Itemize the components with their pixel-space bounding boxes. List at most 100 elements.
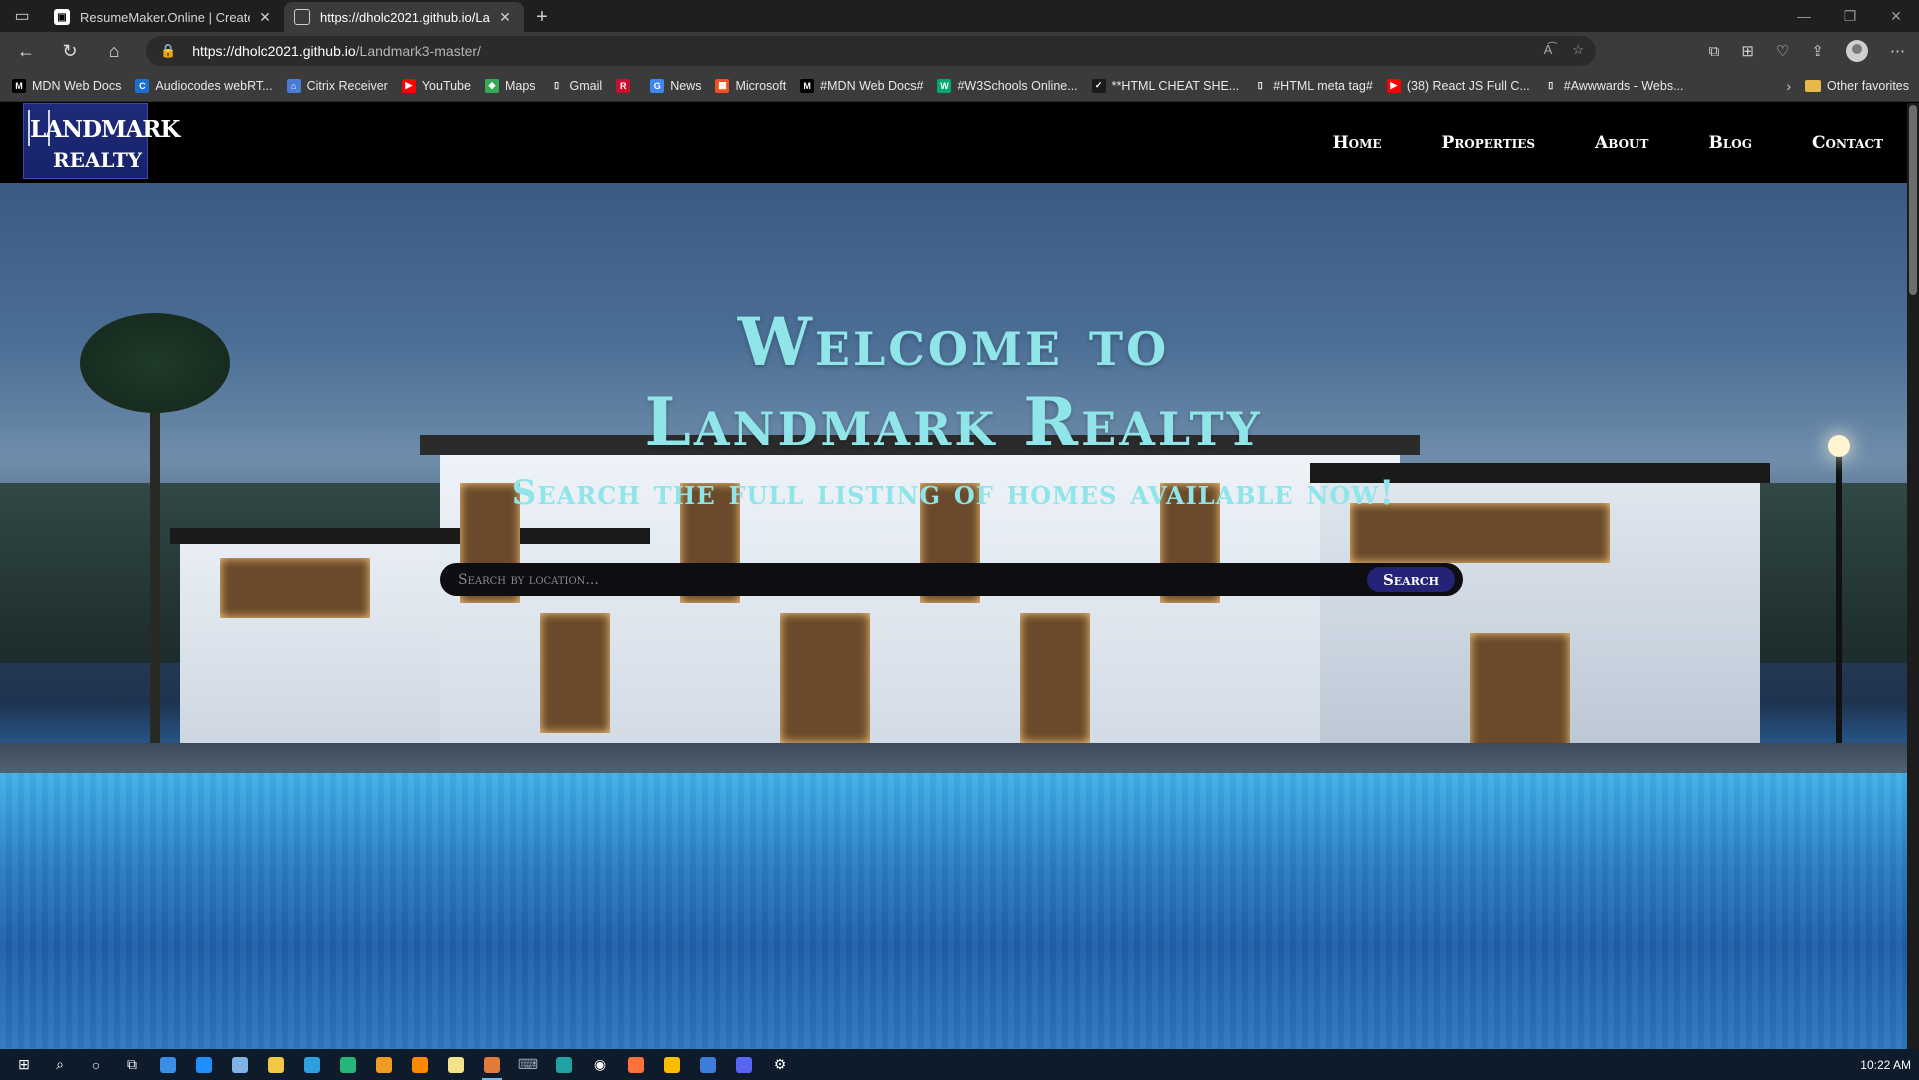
browser-tab-bar: ▭ ▣ ResumeMaker.Online | Create a ✕ http… (0, 0, 1919, 32)
close-tab-icon[interactable]: ✕ (496, 9, 514, 26)
bookmark-item[interactable]: M #MDN Web Docs# (800, 78, 923, 93)
notepad-icon[interactable] (222, 1049, 258, 1080)
location-search-bar: Search (440, 563, 1463, 596)
share-icon[interactable]: ⇪ (1811, 42, 1824, 60)
bookmark-item[interactable]: ▶ YouTube (401, 78, 471, 93)
app-icon[interactable] (474, 1049, 510, 1080)
tab-actions-icon[interactable]: ▭ (0, 0, 44, 32)
notes-icon[interactable] (438, 1049, 474, 1080)
maps-icon: ◆ (484, 78, 499, 93)
browser-tab-landmark[interactable]: https://dholc2021.github.io/Lan ✕ (284, 2, 524, 32)
collections-icon[interactable]: ⊞ (1741, 42, 1754, 60)
settings-icon[interactable]: ⚙ (762, 1049, 798, 1080)
location-search-input[interactable] (440, 563, 1367, 596)
bookmark-item[interactable]: ▯ #HTML meta tag# (1253, 78, 1373, 93)
back-icon[interactable]: ← (4, 32, 48, 70)
browser-tab-resumemaker[interactable]: ▣ ResumeMaker.Online | Create a ✕ (44, 2, 284, 32)
obs-icon[interactable]: ◉ (582, 1049, 618, 1080)
new-tab-button[interactable]: + (524, 2, 560, 32)
bookmark-item[interactable]: ⌂ Citrix Receiver (286, 78, 388, 93)
close-tab-icon[interactable]: ✕ (256, 9, 274, 26)
nav-about[interactable]: About (1595, 133, 1648, 153)
media-player-icon[interactable] (366, 1049, 402, 1080)
browser-essentials-icon[interactable]: ♡ (1776, 42, 1789, 60)
vscode-icon[interactable] (294, 1049, 330, 1080)
bookmark-label: #W3Schools Online... (957, 78, 1078, 93)
nav-home[interactable]: Home (1333, 133, 1382, 153)
site-header: LANDMARK REALTY Home Properties About Bl… (0, 103, 1907, 183)
bookmark-item[interactable]: M MDN Web Docs (12, 78, 122, 93)
bookmark-item[interactable]: ✓ **HTML CHEAT SHE... (1091, 78, 1239, 93)
search-button[interactable]: Search (1367, 567, 1455, 592)
profile-avatar-icon[interactable] (1846, 40, 1868, 62)
bookmark-item[interactable]: ▶ (38) React JS Full C... (1386, 78, 1530, 93)
nav-properties[interactable]: Properties (1442, 133, 1536, 153)
cortana-icon[interactable]: ○ (78, 1049, 114, 1080)
add-favorite-icon[interactable]: ☆ (1572, 42, 1584, 58)
mail-icon[interactable] (186, 1049, 222, 1080)
extensions-icon[interactable]: ⧉ (1709, 43, 1720, 60)
lock-icon[interactable]: 🔒 (160, 43, 176, 59)
bookmark-label: Microsoft (735, 78, 787, 93)
news-icon: G (650, 78, 665, 93)
url-text[interactable]: https://dholc2021.github.io/Landmark3-ma… (192, 43, 481, 59)
windows-start-icon[interactable]: ⊞ (6, 1049, 42, 1080)
bookmark-item[interactable]: ▯ #Awwwards - Webs... (1543, 78, 1684, 93)
bookmark-item[interactable]: W #W3Schools Online... (937, 78, 1078, 93)
bookmark-label: MDN Web Docs (32, 78, 122, 93)
hero-subtitle: Search the full listing of homes availab… (511, 473, 1396, 513)
firefox-icon[interactable] (618, 1049, 654, 1080)
address-bar[interactable]: 🔒 https://dholc2021.github.io/Landmark3-… (146, 36, 1596, 66)
close-window-icon[interactable]: ✕ (1873, 0, 1919, 32)
landmark-realty-logo[interactable]: LANDMARK REALTY (23, 103, 180, 179)
window-controls: — ❐ ✕ (1781, 0, 1919, 32)
hero-section: Welcome to Landmark Realty Search the fu… (0, 183, 1907, 1049)
home-icon[interactable]: ⌂ (92, 32, 136, 70)
taskbar-clock[interactable]: 10:22 AM (1860, 1049, 1911, 1080)
scrollbar-thumb[interactable] (1909, 105, 1917, 295)
chevron-right-icon[interactable]: › (1786, 70, 1791, 102)
audiocodes-icon: C (135, 78, 150, 93)
hero-title-line-2: Landmark Realty (644, 383, 1263, 461)
read-aloud-icon[interactable]: A͡ (1544, 42, 1553, 58)
nav-blog[interactable]: Blog (1708, 133, 1752, 153)
bookmark-item[interactable]: ▦ Microsoft (715, 78, 787, 93)
other-favorites-folder[interactable]: Other favorites (1805, 70, 1909, 102)
store-icon[interactable] (150, 1049, 186, 1080)
refresh-icon[interactable]: ↻ (48, 32, 92, 70)
search-icon[interactable]: ⌕ (42, 1049, 78, 1080)
hero-title-line-1: Welcome to (737, 303, 1170, 381)
folder-icon (1805, 80, 1822, 92)
bookmark-label: #Awwwards - Webs... (1563, 78, 1684, 93)
file-explorer-icon[interactable] (258, 1049, 294, 1080)
chrome-icon[interactable] (654, 1049, 690, 1080)
resumemaker-favicon-icon: ▣ (54, 9, 70, 25)
task-view-icon[interactable]: ⧉ (114, 1049, 150, 1080)
bookmark-item[interactable]: R (616, 78, 636, 93)
edge-icon[interactable] (546, 1049, 582, 1080)
tab-title: ResumeMaker.Online | Create a (80, 9, 250, 25)
photos-icon[interactable] (690, 1049, 726, 1080)
page-scrollbar[interactable] (1907, 103, 1919, 1049)
discord-icon[interactable] (726, 1049, 762, 1080)
youtube-icon: ▶ (401, 78, 416, 93)
browser-toolbar: ← ↻ ⌂ 🔒 https://dholc2021.github.io/Land… (0, 32, 1919, 70)
vscode-insiders-icon[interactable] (330, 1049, 366, 1080)
bookmark-item[interactable]: C Audiocodes webRT... (135, 78, 273, 93)
vlc-icon[interactable] (402, 1049, 438, 1080)
restore-icon[interactable]: ❐ (1827, 0, 1873, 32)
youtube-icon: ▶ (1386, 78, 1401, 93)
citrix-icon: ⌂ (286, 78, 301, 93)
more-menu-icon[interactable]: ⋯ (1890, 42, 1905, 60)
bookmark-item[interactable]: G News (650, 78, 701, 93)
page-icon: ▯ (1543, 78, 1558, 93)
bookmark-item[interactable]: ▯ Gmail (549, 78, 602, 93)
windows-taskbar: ⊞ ⌕ ○ ⧉ ⌨ ◉ ⚙ 10:22 AM (0, 1049, 1919, 1080)
bookmark-item[interactable]: ◆ Maps (484, 78, 536, 93)
minimize-icon[interactable]: — (1781, 0, 1827, 32)
keyboard-icon[interactable]: ⌨ (510, 1049, 546, 1080)
main-navigation: Home Properties About Blog Contact (1273, 103, 1907, 183)
w3schools-icon: W (937, 78, 952, 93)
page-viewport: LANDMARK REALTY Home Properties About Bl… (0, 103, 1919, 1049)
nav-contact[interactable]: Contact (1812, 133, 1883, 153)
